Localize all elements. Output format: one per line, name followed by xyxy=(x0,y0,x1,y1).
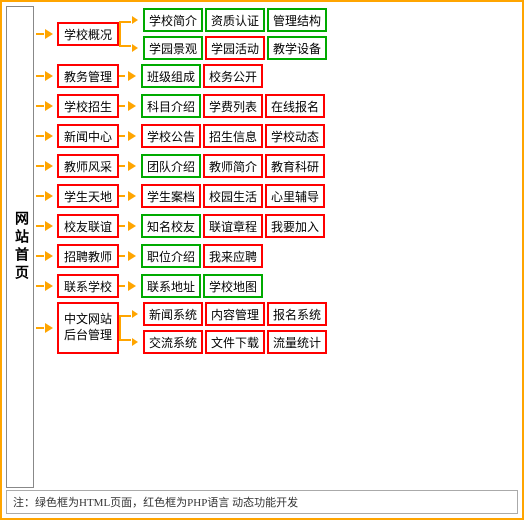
main-row: 教师风采团队介绍教师简介教育科研 xyxy=(36,152,516,180)
l1-box: 新闻中心 xyxy=(57,124,119,148)
l1-box: 校友联谊 xyxy=(57,214,119,238)
l2-box: 文件下载 xyxy=(205,330,265,354)
l1-box: 中文网站后台管理 xyxy=(57,302,119,354)
l2-box: 学费列表 xyxy=(203,94,263,118)
l2-box: 校务公开 xyxy=(203,64,263,88)
main-container: 网站首页 学校概况学校简介资质认证管理结构学园景观学园活动教学设备教务管理班级组… xyxy=(0,0,524,520)
l2-box: 学园景观 xyxy=(143,36,203,60)
main-row: 招聘教师职位介绍我来应聘 xyxy=(36,242,516,270)
l2-box: 我来应聘 xyxy=(203,244,263,268)
main-row: 学校概况学校简介资质认证管理结构学园景观学园活动教学设备 xyxy=(36,8,516,60)
main-row: 学生天地学生案档校园生活心里辅导 xyxy=(36,182,516,210)
l2-box: 学校简介 xyxy=(143,8,203,32)
l1-box: 学校招生 xyxy=(57,94,119,118)
l2-box: 我要加入 xyxy=(265,214,325,238)
l2-box: 教学设备 xyxy=(267,36,327,60)
l2-box: 学生案档 xyxy=(141,184,201,208)
main-row: 联系学校联系地址学校地图 xyxy=(36,272,516,300)
l2-box: 校园生活 xyxy=(203,184,263,208)
l2-box: 学校动态 xyxy=(265,124,325,148)
l2-box: 班级组成 xyxy=(141,64,201,88)
l2-box: 新闻系统 xyxy=(143,302,203,326)
left-label: 网站首页 xyxy=(6,6,34,488)
l2-box: 学校地图 xyxy=(203,274,263,298)
l2-box: 学园活动 xyxy=(205,36,265,60)
l2-box: 知名校友 xyxy=(141,214,201,238)
l2-box: 报名系统 xyxy=(267,302,327,326)
l2-box: 招生信息 xyxy=(203,124,263,148)
l2-box: 交流系统 xyxy=(143,330,203,354)
l1-box: 招聘教师 xyxy=(57,244,119,268)
l2-box: 团队介绍 xyxy=(141,154,201,178)
main-row: 学校招生科目介绍学费列表在线报名 xyxy=(36,92,516,120)
l2-box: 联谊章程 xyxy=(203,214,263,238)
l1-box: 学校概况 xyxy=(57,22,119,46)
l2-box: 教师简介 xyxy=(203,154,263,178)
l2-box: 职位介绍 xyxy=(141,244,201,268)
l1-box: 学生天地 xyxy=(57,184,119,208)
note: 注：绿色框为HTML页面，红色框为PHP语言 动态功能开发 xyxy=(6,490,518,514)
main-row: 新闻中心学校公告招生信息学校动态 xyxy=(36,122,516,150)
l2-box: 心里辅导 xyxy=(265,184,325,208)
l2-box: 流量统计 xyxy=(267,330,327,354)
main-row: 教务管理班级组成校务公开 xyxy=(36,62,516,90)
main-row: 校友联谊知名校友联谊章程我要加入 xyxy=(36,212,516,240)
l1-box: 联系学校 xyxy=(57,274,119,298)
grid-area: 学校概况学校简介资质认证管理结构学园景观学园活动教学设备教务管理班级组成校务公开… xyxy=(34,6,518,488)
l2-box: 管理结构 xyxy=(267,8,327,32)
l2-box: 资质认证 xyxy=(205,8,265,32)
l1-box: 教务管理 xyxy=(57,64,119,88)
l2-box: 内容管理 xyxy=(205,302,265,326)
content-area: 网站首页 学校概况学校简介资质认证管理结构学园景观学园活动教学设备教务管理班级组… xyxy=(6,6,518,488)
l2-box: 教育科研 xyxy=(265,154,325,178)
l1-box: 教师风采 xyxy=(57,154,119,178)
l2-box: 在线报名 xyxy=(265,94,325,118)
l2-box: 联系地址 xyxy=(141,274,201,298)
main-row: 中文网站后台管理新闻系统内容管理报名系统交流系统文件下载流量统计 xyxy=(36,302,516,354)
l2-box: 科目介绍 xyxy=(141,94,201,118)
l2-box: 学校公告 xyxy=(141,124,201,148)
